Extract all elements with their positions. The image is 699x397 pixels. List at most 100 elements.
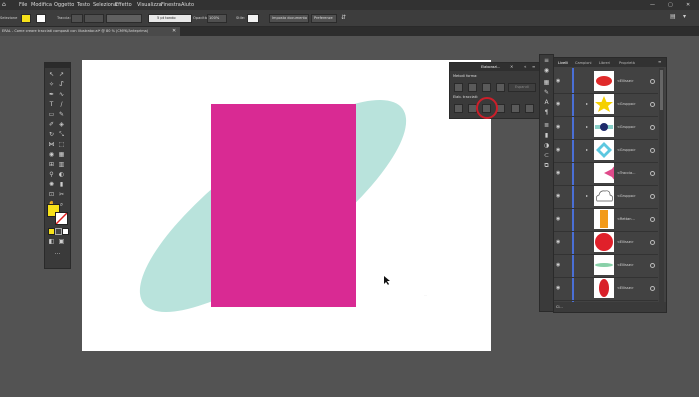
panel-menu-icon[interactable]: ≡ [532, 64, 535, 69]
artboard[interactable]: ··· [82, 60, 491, 351]
visibility-eye-icon[interactable]: ◉ [556, 216, 560, 222]
slice-tool-icon[interactable]: ✂ [58, 191, 65, 198]
tools-panel-header[interactable] [45, 63, 70, 68]
layer-row[interactable]: ◉ <Ellisse> [554, 277, 658, 301]
layer-row[interactable]: ◉ <Rettan... [554, 208, 658, 232]
stroke-swatch[interactable] [36, 14, 46, 23]
stroke-color-swatch[interactable] [55, 212, 68, 225]
artboard-tool-icon[interactable]: ⊡ [48, 191, 55, 198]
layers-scrollbar[interactable] [659, 68, 664, 303]
variable-width-profile[interactable] [106, 14, 142, 23]
direct-selection-tool-icon[interactable]: ↗ [58, 71, 65, 78]
outline-button[interactable] [511, 104, 520, 113]
more-options-icon[interactable]: ▾ [683, 13, 686, 20]
expand-triangle-icon[interactable]: ▸ [586, 101, 588, 106]
arrange-icon[interactable]: ⇵ [341, 14, 346, 21]
edit-toolbar-icon[interactable]: … [54, 249, 61, 256]
brush-definition-dropdown[interactable]: 5 pt tondo [148, 14, 192, 23]
menu-edit[interactable]: Modifica [31, 2, 52, 8]
character-panel-icon[interactable]: A [543, 100, 550, 106]
graphic-style-dropdown[interactable] [247, 14, 259, 23]
menu-effect[interactable]: Effetto [115, 2, 132, 8]
visibility-eye-icon[interactable]: ◉ [556, 124, 560, 130]
target-circle-icon[interactable] [650, 240, 655, 245]
none-mode-icon[interactable] [62, 228, 69, 235]
brushes-panel-icon[interactable]: ✎ [543, 90, 550, 96]
dock-collapse-icon[interactable]: ≡ [543, 58, 550, 64]
symbol-sprayer-tool-icon[interactable]: ✺ [48, 181, 55, 188]
eraser-tool-icon[interactable]: ◈ [58, 121, 65, 128]
stroke-panel-icon[interactable]: ≣ [543, 123, 550, 129]
document-tab[interactable]: ERAL - Come creare tracciati composti co… [0, 27, 180, 36]
layer-row[interactable]: ◉ ▸ <Gruppo> [554, 139, 658, 163]
stroke-weight-stepper[interactable] [71, 14, 83, 23]
expand-triangle-icon[interactable]: ▸ [586, 147, 588, 152]
color-panel-icon[interactable]: ◉ [543, 68, 550, 74]
minimize-button[interactable]: — [650, 2, 655, 8]
layer-row[interactable]: ◉ <Ellisse> [554, 231, 658, 255]
target-circle-icon[interactable] [650, 263, 655, 268]
gradient-mode-icon[interactable] [55, 228, 62, 235]
menu-window[interactable]: Finestra [161, 2, 181, 8]
unite-button[interactable] [454, 83, 463, 92]
layer-row[interactable]: ◉ <Ellisse> [554, 254, 658, 278]
eyedropper-tool-icon[interactable]: ⚲ [48, 171, 55, 178]
magic-wand-tool-icon[interactable]: ✧ [48, 81, 55, 88]
menu-help[interactable]: Aiuto [181, 2, 194, 8]
tab-properties[interactable]: Proprietà [619, 61, 635, 65]
perspective-grid-tool-icon[interactable]: ▦ [58, 151, 65, 158]
panel-toggle-icon[interactable]: ▤ [670, 13, 676, 20]
width-tool-icon[interactable]: ⋈ [48, 141, 55, 148]
stroke-weight-input[interactable] [84, 14, 104, 23]
swatches-panel-icon[interactable]: ▦ [543, 80, 550, 86]
scale-tool-icon[interactable]: ⤡ [58, 131, 65, 138]
collapse-panel-icon[interactable]: « [524, 64, 526, 69]
menu-select[interactable]: Seleziona [93, 2, 117, 8]
layer-row[interactable]: ◉ ▸ <Gruppo> [554, 116, 658, 140]
visibility-eye-icon[interactable]: ◉ [556, 101, 560, 107]
curvature-tool-icon[interactable]: ∿ [58, 91, 65, 98]
expand-triangle-icon[interactable]: ▸ [586, 193, 588, 198]
maximize-button[interactable]: ▢ [668, 2, 673, 8]
visibility-eye-icon[interactable]: ◉ [556, 285, 560, 291]
paragraph-panel-icon[interactable]: ¶ [543, 110, 550, 116]
close-panel-icon[interactable]: ✕ [510, 64, 513, 69]
menu-file[interactable]: File [19, 2, 27, 8]
minus-back-button[interactable] [525, 104, 534, 113]
layer-row[interactable]: ◉ <Traccia... [554, 162, 658, 186]
layer-row[interactable]: ◉ <Ellisse> [554, 70, 658, 94]
pathfinder-tab[interactable]: Elaborazi... [481, 65, 500, 69]
align-panel-icon[interactable]: ⧉ [543, 163, 550, 169]
lasso-tool-icon[interactable]: ᔑ [58, 81, 65, 88]
tab-libraries[interactable]: Libreri [599, 61, 610, 65]
gradient-panel-icon[interactable]: ▮ [543, 133, 550, 139]
target-circle-icon[interactable] [650, 171, 655, 176]
document-setup-button[interactable]: Imposta documento [269, 14, 309, 23]
target-circle-icon[interactable] [650, 148, 655, 153]
visibility-eye-icon[interactable]: ◉ [556, 193, 560, 199]
rotate-tool-icon[interactable]: ↻ [48, 131, 55, 138]
target-circle-icon[interactable] [650, 79, 655, 84]
visibility-eye-icon[interactable]: ◉ [556, 262, 560, 268]
shaper-tool-icon[interactable]: ✐ [48, 121, 55, 128]
target-circle-icon[interactable] [650, 286, 655, 291]
target-circle-icon[interactable] [650, 102, 655, 107]
target-circle-icon[interactable] [650, 125, 655, 130]
divide-button[interactable] [454, 104, 463, 113]
visibility-eye-icon[interactable]: ◉ [556, 147, 560, 153]
expand-button[interactable]: Espandi [508, 83, 536, 92]
pen-tool-icon[interactable]: ✒ [48, 91, 55, 98]
type-tool-icon[interactable]: T [48, 101, 55, 108]
line-tool-icon[interactable]: / [58, 101, 65, 108]
shape-builder-tool-icon[interactable]: ◉ [48, 151, 55, 158]
close-window-button[interactable]: ✕ [686, 2, 690, 8]
home-icon[interactable]: ⌂ [2, 1, 6, 8]
expand-triangle-icon[interactable]: ▸ [586, 124, 588, 129]
paintbrush-tool-icon[interactable]: ✎ [58, 111, 65, 118]
layers-panel-menu-icon[interactable]: ≡ [658, 59, 661, 64]
close-tab-icon[interactable]: ✕ [172, 28, 176, 34]
color-mode-icon[interactable] [48, 228, 55, 235]
visibility-eye-icon[interactable]: ◉ [556, 239, 560, 245]
column-graph-tool-icon[interactable]: ▮ [58, 181, 65, 188]
menu-text[interactable]: Testo [77, 2, 90, 8]
